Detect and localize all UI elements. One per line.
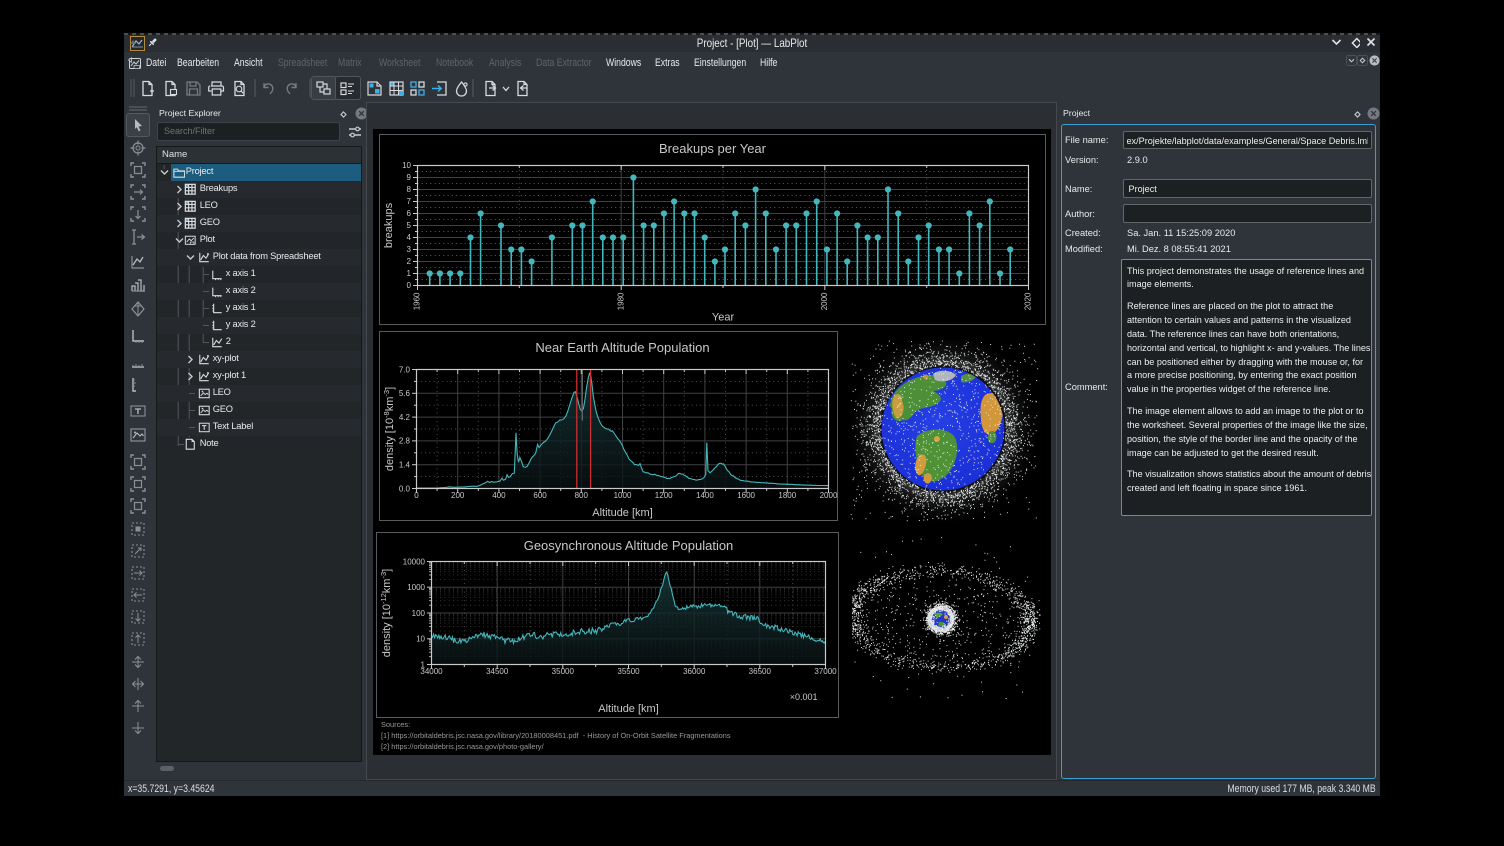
svg-text:Geosynchronous Altitude Popula: Geosynchronous Altitude Population xyxy=(523,538,733,553)
svg-text:8: 8 xyxy=(406,185,411,194)
svg-text:5: 5 xyxy=(406,221,411,230)
svg-text:36500: 36500 xyxy=(748,667,771,676)
svg-text:0: 0 xyxy=(414,491,419,500)
svg-text:35500: 35500 xyxy=(617,667,640,676)
svg-text:600: 600 xyxy=(533,491,547,500)
svg-text:6: 6 xyxy=(406,209,411,218)
svg-text:3: 3 xyxy=(406,245,411,254)
svg-text:1600: 1600 xyxy=(737,491,755,500)
svg-text:800: 800 xyxy=(574,491,588,500)
svg-text:×0.001: ×0.001 xyxy=(789,692,817,702)
svg-text:1400: 1400 xyxy=(696,491,714,500)
svg-text:1000: 1000 xyxy=(613,491,631,500)
svg-text:2.8: 2.8 xyxy=(398,437,410,446)
svg-text:10: 10 xyxy=(416,635,425,644)
svg-text:density [10-12km-3]: density [10-12km-3] xyxy=(379,569,393,657)
svg-text:1980: 1980 xyxy=(616,292,625,310)
svg-text:1000: 1000 xyxy=(407,583,425,592)
svg-text:breakups: breakups xyxy=(383,202,395,248)
svg-text:Year: Year xyxy=(711,312,734,324)
svg-text:1800: 1800 xyxy=(778,491,796,500)
svg-text:Breakups per Year: Breakups per Year xyxy=(659,141,767,156)
svg-text:34500: 34500 xyxy=(486,667,509,676)
svg-text:200: 200 xyxy=(451,491,465,500)
svg-text:10: 10 xyxy=(402,161,411,170)
svg-text:2000: 2000 xyxy=(819,491,837,500)
svg-text:2020: 2020 xyxy=(1023,292,1032,310)
svg-text:0: 0 xyxy=(406,281,411,290)
svg-text:35000: 35000 xyxy=(551,667,574,676)
svg-text:1960: 1960 xyxy=(412,292,421,310)
svg-text:7.0: 7.0 xyxy=(398,365,410,374)
svg-text:100: 100 xyxy=(411,609,425,618)
svg-text:Altitude [km]: Altitude [km] xyxy=(598,703,659,715)
svg-text:36000: 36000 xyxy=(683,667,706,676)
svg-text:9: 9 xyxy=(406,173,411,182)
svg-text:7: 7 xyxy=(406,197,411,206)
svg-text:1: 1 xyxy=(406,269,411,278)
svg-text:37000: 37000 xyxy=(814,667,837,676)
svg-text:Altitude [km]: Altitude [km] xyxy=(592,507,653,519)
svg-text:0.0: 0.0 xyxy=(398,484,410,493)
svg-text:1.4: 1.4 xyxy=(398,461,410,470)
svg-text:10000: 10000 xyxy=(402,557,425,566)
svg-text:4.2: 4.2 xyxy=(398,413,410,422)
svg-text:2000: 2000 xyxy=(819,292,828,310)
svg-text:4: 4 xyxy=(406,233,411,242)
svg-text:1200: 1200 xyxy=(654,491,672,500)
svg-text:Near Earth Altitude Population: Near Earth Altitude Population xyxy=(535,340,709,355)
svg-text:density [10-8km-3]: density [10-8km-3] xyxy=(382,387,396,471)
svg-text:400: 400 xyxy=(492,491,506,500)
svg-text:1: 1 xyxy=(420,660,425,669)
svg-text:5.6: 5.6 xyxy=(398,389,410,398)
svg-text:2: 2 xyxy=(406,257,411,266)
